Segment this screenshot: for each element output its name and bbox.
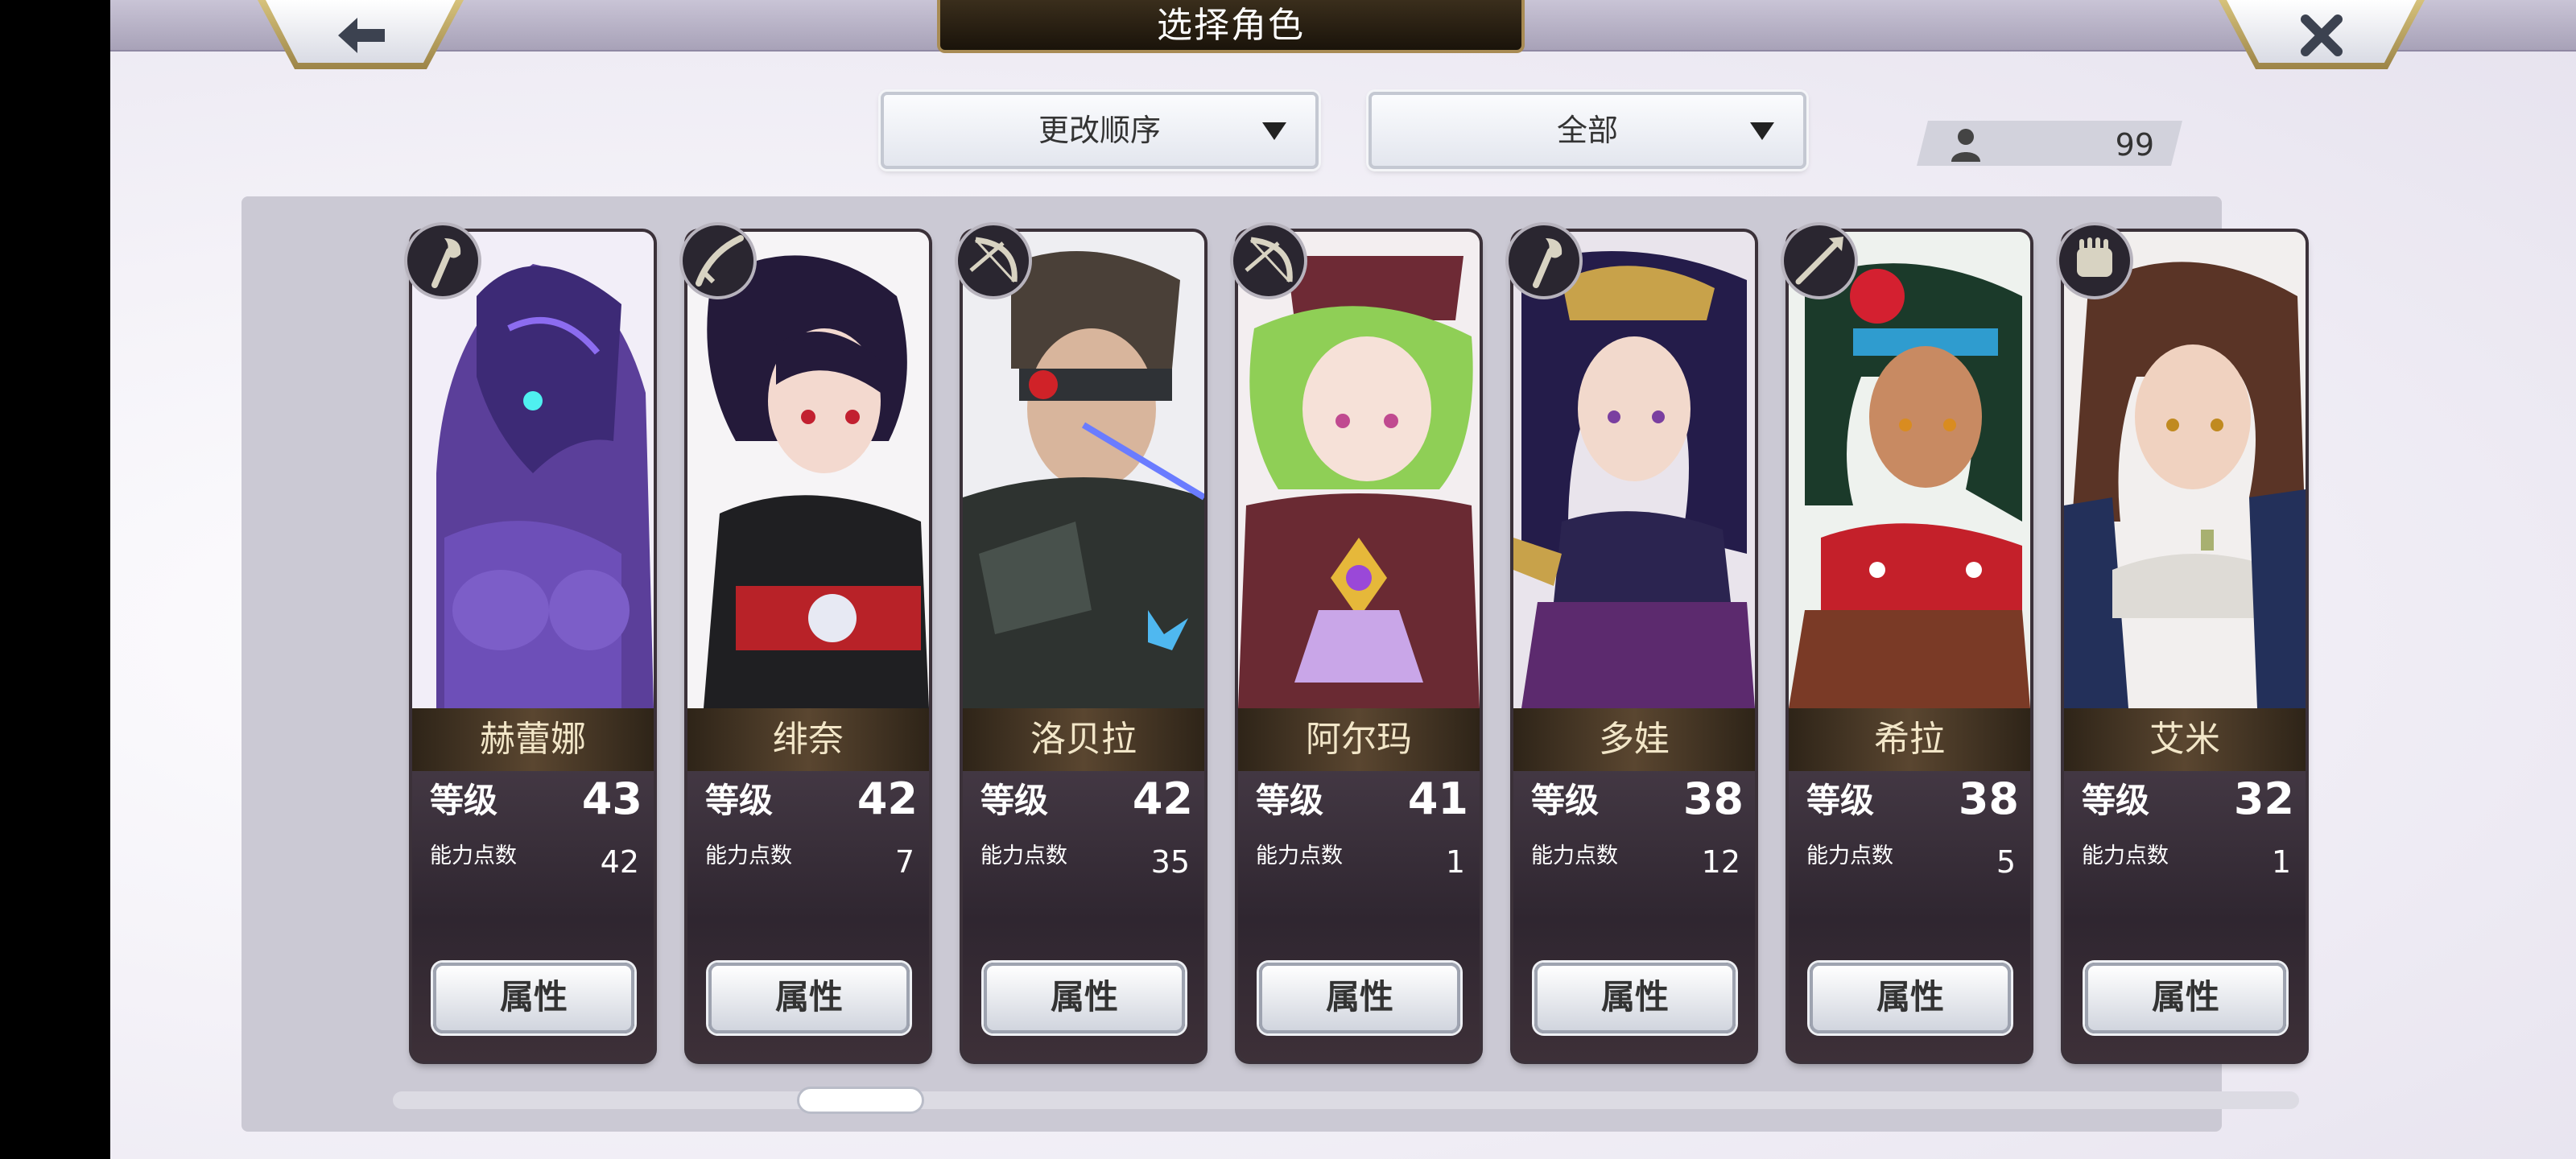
level-label: 等级 [1531, 781, 1600, 820]
character-portrait [1789, 232, 2030, 708]
attributes-button[interactable]: 属性 [1534, 963, 1736, 1033]
level-value: 32 [2233, 773, 2294, 824]
attributes-button[interactable]: 属性 [1259, 963, 1460, 1033]
character-name: 多娃 [1513, 708, 1755, 771]
character-name: 阿尔玛 [1238, 708, 1480, 771]
ability-points-label: 能力点数 [980, 843, 1067, 868]
level-label: 等级 [1806, 781, 1875, 820]
attributes-button[interactable]: 属性 [433, 963, 634, 1033]
bow-icon [1228, 221, 1309, 301]
level-value: 42 [857, 773, 918, 824]
level-value: 43 [581, 773, 642, 824]
ability-points-value: 12 [1701, 844, 1740, 880]
character-card[interactable]: 阿尔玛 等级 41 能力点数 1 属性 [1238, 232, 1480, 1061]
level-label: 等级 [1256, 781, 1324, 820]
ability-points-label: 能力点数 [2082, 843, 2169, 868]
level-label: 等级 [705, 781, 774, 820]
level-label: 等级 [980, 781, 1049, 820]
chevron-down-icon [1262, 122, 1286, 140]
ability-points-value: 42 [600, 844, 639, 880]
character-portrait [963, 232, 1204, 708]
ability-points-value: 35 [1150, 844, 1190, 880]
ability-points-label: 能力点数 [1806, 843, 1893, 868]
character-portrait [1513, 232, 1755, 708]
level-value: 38 [1682, 773, 1744, 824]
page-title: 选择角色 [937, 0, 1525, 53]
level-value: 41 [1407, 773, 1468, 824]
level-value: 38 [1958, 773, 2019, 824]
character-card[interactable]: 艾米 等级 32 能力点数 1 属性 [2064, 232, 2306, 1061]
level-label: 等级 [2082, 781, 2150, 820]
ability-points-value: 1 [2271, 844, 2291, 880]
character-card[interactable]: 绯奈 等级 42 能力点数 7 属性 [687, 232, 929, 1061]
katana-icon [678, 221, 758, 301]
ability-points-label: 能力点数 [1256, 843, 1343, 868]
ability-points-label: 能力点数 [1531, 843, 1618, 868]
spear-icon [1779, 221, 1860, 301]
character-card[interactable]: 希拉 等级 38 能力点数 5 属性 [1789, 232, 2030, 1061]
category-filter-dropdown[interactable]: 全部 [1368, 92, 1806, 169]
level-value: 42 [1132, 773, 1193, 824]
character-card[interactable]: 洛贝拉 等级 42 能力点数 35 属性 [963, 232, 1204, 1061]
ability-points-value: 7 [894, 844, 914, 880]
ability-points-value: 5 [1996, 844, 2016, 880]
level-label: 等级 [430, 781, 498, 820]
ability-points-value: 1 [1445, 844, 1465, 880]
roster-count: 99 [2115, 127, 2154, 163]
character-name: 希拉 [1789, 708, 2030, 771]
sort-order-dropdown[interactable]: 更改顺序 [881, 92, 1319, 169]
attributes-button[interactable]: 属性 [1810, 963, 2011, 1033]
staff-icon [402, 221, 483, 301]
sort-order-label: 更改顺序 [1038, 113, 1161, 148]
chevron-down-icon [1750, 122, 1774, 140]
ability-points-label: 能力点数 [705, 843, 792, 868]
character-card[interactable]: 赫蕾娜 等级 43 能力点数 42 属性 [412, 232, 654, 1061]
character-card[interactable]: 多娃 等级 38 能力点数 12 属性 [1513, 232, 1755, 1061]
character-name: 艾米 [2064, 708, 2306, 771]
horizontal-scrollbar[interactable] [393, 1091, 2299, 1109]
attributes-button[interactable]: 属性 [708, 963, 910, 1033]
character-name: 洛贝拉 [963, 708, 1204, 771]
gauntlet-icon [2054, 221, 2135, 301]
category-filter-label: 全部 [1556, 113, 1618, 148]
attributes-button[interactable]: 属性 [2085, 963, 2286, 1033]
character-portrait [412, 232, 654, 708]
ability-points-label: 能力点数 [430, 843, 517, 868]
character-name: 绯奈 [687, 708, 929, 771]
scrollbar-thumb[interactable] [797, 1087, 924, 1114]
attributes-button[interactable]: 属性 [984, 963, 1185, 1033]
character-portrait [687, 232, 929, 708]
character-name: 赫蕾娜 [412, 708, 654, 771]
bow-icon [953, 221, 1034, 301]
person-icon [1948, 126, 1984, 162]
character-portrait [1238, 232, 1480, 708]
character-portrait [2064, 232, 2306, 708]
staff-icon [1504, 221, 1584, 301]
